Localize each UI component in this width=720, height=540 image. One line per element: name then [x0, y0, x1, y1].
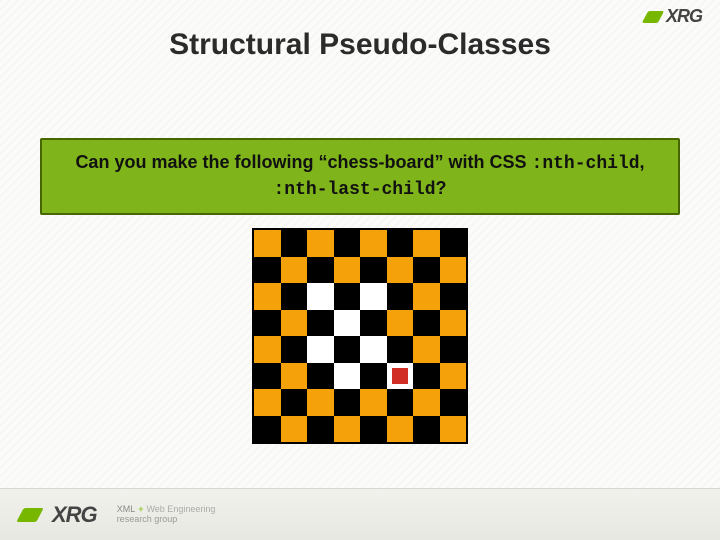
- board-cell: [334, 310, 361, 337]
- board-cell: [307, 336, 334, 363]
- chessboard: [252, 228, 468, 444]
- board-cell: [307, 230, 334, 257]
- board-cell: [387, 230, 414, 257]
- board-cell: [413, 363, 440, 390]
- board-cell: [254, 257, 281, 284]
- board-cell: [387, 336, 414, 363]
- board-cell: [281, 230, 308, 257]
- board-cell: [413, 283, 440, 310]
- board-cell: [387, 257, 414, 284]
- board-cell: [387, 416, 414, 443]
- board-cell: [334, 257, 361, 284]
- board-cell: [387, 363, 414, 390]
- board-cell: [413, 336, 440, 363]
- board-cell: [307, 257, 334, 284]
- board-cell: [254, 416, 281, 443]
- slide: XRG Structural Pseudo-Classes Can you ma…: [0, 0, 720, 540]
- board-cell: [440, 389, 467, 416]
- top-right-logo: XRG: [645, 6, 702, 27]
- board-cell: [307, 310, 334, 337]
- board-cell: [440, 283, 467, 310]
- board-cell: [413, 310, 440, 337]
- prompt-code1: :nth-child: [532, 154, 640, 174]
- board-cell: [440, 257, 467, 284]
- board-cell: [360, 257, 387, 284]
- board-cell: [360, 336, 387, 363]
- logo-text: XRG: [666, 6, 702, 27]
- board-cell: [334, 363, 361, 390]
- board-cell: [387, 283, 414, 310]
- board-cell: [440, 310, 467, 337]
- board-cell: [281, 283, 308, 310]
- prompt-sep: ,: [640, 152, 645, 172]
- board-cell: [254, 363, 281, 390]
- board-cell: [307, 389, 334, 416]
- board-cell: [360, 283, 387, 310]
- footer-research: research group: [117, 515, 216, 524]
- board-cell: [281, 336, 308, 363]
- board-cell: [334, 230, 361, 257]
- board-cell: [281, 389, 308, 416]
- board-cell: [440, 336, 467, 363]
- footer-swoosh-icon: [16, 508, 43, 522]
- board-cell: [254, 310, 281, 337]
- board-cell: [413, 416, 440, 443]
- prompt-banner: Can you make the following “chess-board”…: [40, 138, 680, 215]
- board-cell: [254, 336, 281, 363]
- board-cell: [387, 389, 414, 416]
- board-cell: [334, 283, 361, 310]
- board-cell: [281, 416, 308, 443]
- board-cell: [440, 416, 467, 443]
- board-cell: [254, 389, 281, 416]
- footer-subtext: XML + Web Engineering research group: [117, 505, 216, 524]
- board-cell: [413, 257, 440, 284]
- board-cell: [360, 310, 387, 337]
- board-cell: [334, 389, 361, 416]
- board-cell: [334, 416, 361, 443]
- footer-brand: XRG: [52, 502, 97, 528]
- board-cell: [413, 230, 440, 257]
- board-cell: [440, 230, 467, 257]
- board-cell: [307, 283, 334, 310]
- board-cell: [360, 230, 387, 257]
- page-title: Structural Pseudo-Classes: [0, 28, 720, 62]
- board-cell: [413, 389, 440, 416]
- board-cell: [307, 363, 334, 390]
- board-cell: [360, 416, 387, 443]
- board-cell: [360, 389, 387, 416]
- board-cell: [254, 283, 281, 310]
- board-cell: [307, 416, 334, 443]
- swoosh-icon: [642, 11, 664, 23]
- prompt-code2: :nth-last-child: [273, 180, 435, 200]
- board-cell: [281, 363, 308, 390]
- board-cell: [360, 363, 387, 390]
- board-cell: [281, 310, 308, 337]
- board-cell: [334, 336, 361, 363]
- prompt-end: ?: [436, 178, 447, 198]
- footer: XRG XML + Web Engineering research group: [0, 488, 720, 540]
- prompt-part1: Can you make the following “chess-board”…: [75, 152, 531, 172]
- board-cell: [281, 257, 308, 284]
- board-cell: [387, 310, 414, 337]
- board-cell: [254, 230, 281, 257]
- board-cell: [440, 363, 467, 390]
